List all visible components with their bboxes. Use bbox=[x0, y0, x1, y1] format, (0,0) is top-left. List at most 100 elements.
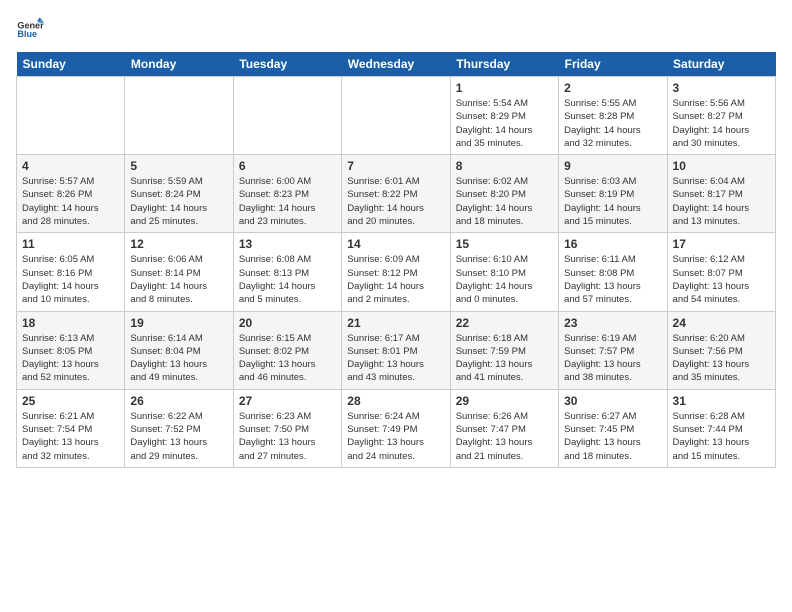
day-number: 2 bbox=[564, 81, 661, 95]
day-info: Sunrise: 6:14 AM Sunset: 8:04 PM Dayligh… bbox=[130, 332, 227, 385]
day-info: Sunrise: 6:04 AM Sunset: 8:17 PM Dayligh… bbox=[673, 175, 770, 228]
calendar-cell: 3 Sunrise: 5:56 AM Sunset: 8:27 PM Daylig… bbox=[667, 77, 775, 155]
day-number: 12 bbox=[130, 237, 227, 251]
calendar-cell bbox=[342, 77, 450, 155]
calendar-cell: 19 Sunrise: 6:14 AM Sunset: 8:04 PM Dayli… bbox=[125, 311, 233, 389]
calendar-cell: 2 Sunrise: 5:55 AM Sunset: 8:28 PM Daylig… bbox=[559, 77, 667, 155]
day-number: 1 bbox=[456, 81, 553, 95]
calendar-cell bbox=[17, 77, 125, 155]
day-info: Sunrise: 6:20 AM Sunset: 7:56 PM Dayligh… bbox=[673, 332, 770, 385]
calendar-cell bbox=[125, 77, 233, 155]
calendar-cell: 14 Sunrise: 6:09 AM Sunset: 8:12 PM Dayli… bbox=[342, 233, 450, 311]
day-number: 3 bbox=[673, 81, 770, 95]
logo-icon: General Blue bbox=[16, 16, 44, 44]
calendar-cell: 17 Sunrise: 6:12 AM Sunset: 8:07 PM Dayli… bbox=[667, 233, 775, 311]
day-number: 31 bbox=[673, 394, 770, 408]
day-info: Sunrise: 5:56 AM Sunset: 8:27 PM Dayligh… bbox=[673, 97, 770, 150]
day-number: 29 bbox=[456, 394, 553, 408]
calendar-cell: 4 Sunrise: 5:57 AM Sunset: 8:26 PM Daylig… bbox=[17, 155, 125, 233]
day-number: 6 bbox=[239, 159, 336, 173]
calendar-week-3: 11Sunrise: 6:05 AM Sunset: 8:16 PM Dayli… bbox=[17, 233, 776, 311]
calendar-cell: 6 Sunrise: 6:00 AM Sunset: 8:23 PM Daylig… bbox=[233, 155, 341, 233]
day-info: Sunrise: 6:19 AM Sunset: 7:57 PM Dayligh… bbox=[564, 332, 661, 385]
calendar-cell: 9 Sunrise: 6:03 AM Sunset: 8:19 PM Daylig… bbox=[559, 155, 667, 233]
day-number: 7 bbox=[347, 159, 444, 173]
calendar-cell: 21 Sunrise: 6:17 AM Sunset: 8:01 PM Dayli… bbox=[342, 311, 450, 389]
calendar-cell: 10 Sunrise: 6:04 AM Sunset: 8:17 PM Dayli… bbox=[667, 155, 775, 233]
day-number: 25 bbox=[22, 394, 119, 408]
day-number: 14 bbox=[347, 237, 444, 251]
day-number: 27 bbox=[239, 394, 336, 408]
day-number: 16 bbox=[564, 237, 661, 251]
day-info: Sunrise: 6:01 AM Sunset: 8:22 PM Dayligh… bbox=[347, 175, 444, 228]
header-thursday: Thursday bbox=[450, 52, 558, 77]
calendar-cell: 31 Sunrise: 6:28 AM Sunset: 7:44 PM Dayli… bbox=[667, 389, 775, 467]
header-tuesday: Tuesday bbox=[233, 52, 341, 77]
calendar-week-2: 4 Sunrise: 5:57 AM Sunset: 8:26 PM Daylig… bbox=[17, 155, 776, 233]
calendar-cell: 12Sunrise: 6:06 AM Sunset: 8:14 PM Dayli… bbox=[125, 233, 233, 311]
day-info: Sunrise: 6:17 AM Sunset: 8:01 PM Dayligh… bbox=[347, 332, 444, 385]
calendar-week-5: 25 Sunrise: 6:21 AM Sunset: 7:54 PM Dayli… bbox=[17, 389, 776, 467]
day-info: Sunrise: 6:23 AM Sunset: 7:50 PM Dayligh… bbox=[239, 410, 336, 463]
day-number: 17 bbox=[673, 237, 770, 251]
day-info: Sunrise: 6:10 AM Sunset: 8:10 PM Dayligh… bbox=[456, 253, 553, 306]
day-number: 5 bbox=[130, 159, 227, 173]
day-info: Sunrise: 5:57 AM Sunset: 8:26 PM Dayligh… bbox=[22, 175, 119, 228]
day-number: 9 bbox=[564, 159, 661, 173]
header-wednesday: Wednesday bbox=[342, 52, 450, 77]
header-saturday: Saturday bbox=[667, 52, 775, 77]
calendar-table: SundayMondayTuesdayWednesdayThursdayFrid… bbox=[16, 52, 776, 468]
calendar-cell: 25 Sunrise: 6:21 AM Sunset: 7:54 PM Dayli… bbox=[17, 389, 125, 467]
day-info: Sunrise: 6:21 AM Sunset: 7:54 PM Dayligh… bbox=[22, 410, 119, 463]
day-info: Sunrise: 6:03 AM Sunset: 8:19 PM Dayligh… bbox=[564, 175, 661, 228]
day-number: 24 bbox=[673, 316, 770, 330]
svg-text:Blue: Blue bbox=[17, 29, 37, 39]
day-number: 30 bbox=[564, 394, 661, 408]
day-number: 13 bbox=[239, 237, 336, 251]
day-info: Sunrise: 6:09 AM Sunset: 8:12 PM Dayligh… bbox=[347, 253, 444, 306]
calendar-cell: 30 Sunrise: 6:27 AM Sunset: 7:45 PM Dayli… bbox=[559, 389, 667, 467]
calendar-cell: 24 Sunrise: 6:20 AM Sunset: 7:56 PM Dayli… bbox=[667, 311, 775, 389]
header-monday: Monday bbox=[125, 52, 233, 77]
day-number: 21 bbox=[347, 316, 444, 330]
day-number: 26 bbox=[130, 394, 227, 408]
calendar-cell: 22 Sunrise: 6:18 AM Sunset: 7:59 PM Dayli… bbox=[450, 311, 558, 389]
calendar-cell bbox=[233, 77, 341, 155]
calendar-cell: 7 Sunrise: 6:01 AM Sunset: 8:22 PM Daylig… bbox=[342, 155, 450, 233]
day-number: 19 bbox=[130, 316, 227, 330]
day-number: 23 bbox=[564, 316, 661, 330]
logo: General Blue bbox=[16, 16, 44, 44]
calendar-cell: 1Sunrise: 5:54 AM Sunset: 8:29 PM Daylig… bbox=[450, 77, 558, 155]
header: General Blue bbox=[16, 16, 776, 44]
day-info: Sunrise: 6:28 AM Sunset: 7:44 PM Dayligh… bbox=[673, 410, 770, 463]
day-info: Sunrise: 6:27 AM Sunset: 7:45 PM Dayligh… bbox=[564, 410, 661, 463]
calendar-week-1: 1Sunrise: 5:54 AM Sunset: 8:29 PM Daylig… bbox=[17, 77, 776, 155]
day-number: 10 bbox=[673, 159, 770, 173]
day-info: Sunrise: 6:24 AM Sunset: 7:49 PM Dayligh… bbox=[347, 410, 444, 463]
calendar-cell: 16 Sunrise: 6:11 AM Sunset: 8:08 PM Dayli… bbox=[559, 233, 667, 311]
day-info: Sunrise: 6:00 AM Sunset: 8:23 PM Dayligh… bbox=[239, 175, 336, 228]
day-number: 4 bbox=[22, 159, 119, 173]
calendar-week-4: 18 Sunrise: 6:13 AM Sunset: 8:05 PM Dayli… bbox=[17, 311, 776, 389]
day-info: Sunrise: 5:55 AM Sunset: 8:28 PM Dayligh… bbox=[564, 97, 661, 150]
calendar-cell: 18 Sunrise: 6:13 AM Sunset: 8:05 PM Dayli… bbox=[17, 311, 125, 389]
day-number: 20 bbox=[239, 316, 336, 330]
day-info: Sunrise: 6:12 AM Sunset: 8:07 PM Dayligh… bbox=[673, 253, 770, 306]
day-number: 18 bbox=[22, 316, 119, 330]
day-info: Sunrise: 6:26 AM Sunset: 7:47 PM Dayligh… bbox=[456, 410, 553, 463]
day-info: Sunrise: 6:15 AM Sunset: 8:02 PM Dayligh… bbox=[239, 332, 336, 385]
day-info: Sunrise: 6:13 AM Sunset: 8:05 PM Dayligh… bbox=[22, 332, 119, 385]
day-info: Sunrise: 5:59 AM Sunset: 8:24 PM Dayligh… bbox=[130, 175, 227, 228]
day-info: Sunrise: 6:22 AM Sunset: 7:52 PM Dayligh… bbox=[130, 410, 227, 463]
calendar-cell: 5 Sunrise: 5:59 AM Sunset: 8:24 PM Daylig… bbox=[125, 155, 233, 233]
header-friday: Friday bbox=[559, 52, 667, 77]
day-info: Sunrise: 6:11 AM Sunset: 8:08 PM Dayligh… bbox=[564, 253, 661, 306]
day-number: 15 bbox=[456, 237, 553, 251]
day-info: Sunrise: 6:18 AM Sunset: 7:59 PM Dayligh… bbox=[456, 332, 553, 385]
calendar-cell: 13 Sunrise: 6:08 AM Sunset: 8:13 PM Dayli… bbox=[233, 233, 341, 311]
day-number: 22 bbox=[456, 316, 553, 330]
day-info: Sunrise: 6:08 AM Sunset: 8:13 PM Dayligh… bbox=[239, 253, 336, 306]
calendar-cell: 23 Sunrise: 6:19 AM Sunset: 7:57 PM Dayli… bbox=[559, 311, 667, 389]
header-sunday: Sunday bbox=[17, 52, 125, 77]
day-number: 8 bbox=[456, 159, 553, 173]
